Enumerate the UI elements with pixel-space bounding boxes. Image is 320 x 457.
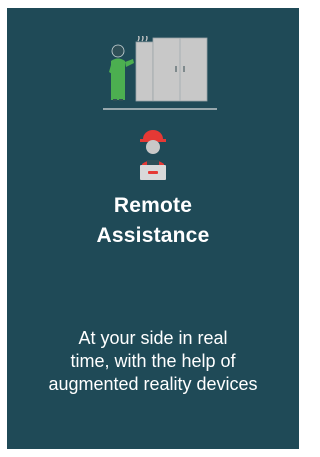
- remote-technician-laptop-icon: [140, 130, 166, 180]
- card-description-line-1: At your side in real: [78, 328, 228, 348]
- card-description-line-2: time, with the help of: [70, 351, 236, 371]
- remote-assistance-card: Remote Assistance At your side in real t…: [7, 8, 299, 449]
- card-title-line-1: Remote: [113, 194, 193, 217]
- technician-with-machine-icon: [103, 34, 217, 110]
- card-title-line-2: Assistance: [96, 224, 210, 247]
- illustration: [7, 34, 299, 188]
- card-description: At your side in real time, with the help…: [7, 327, 299, 396]
- card-description-line-3: augmented reality devices: [48, 374, 258, 394]
- card-title: Remote Assistance: [7, 191, 299, 251]
